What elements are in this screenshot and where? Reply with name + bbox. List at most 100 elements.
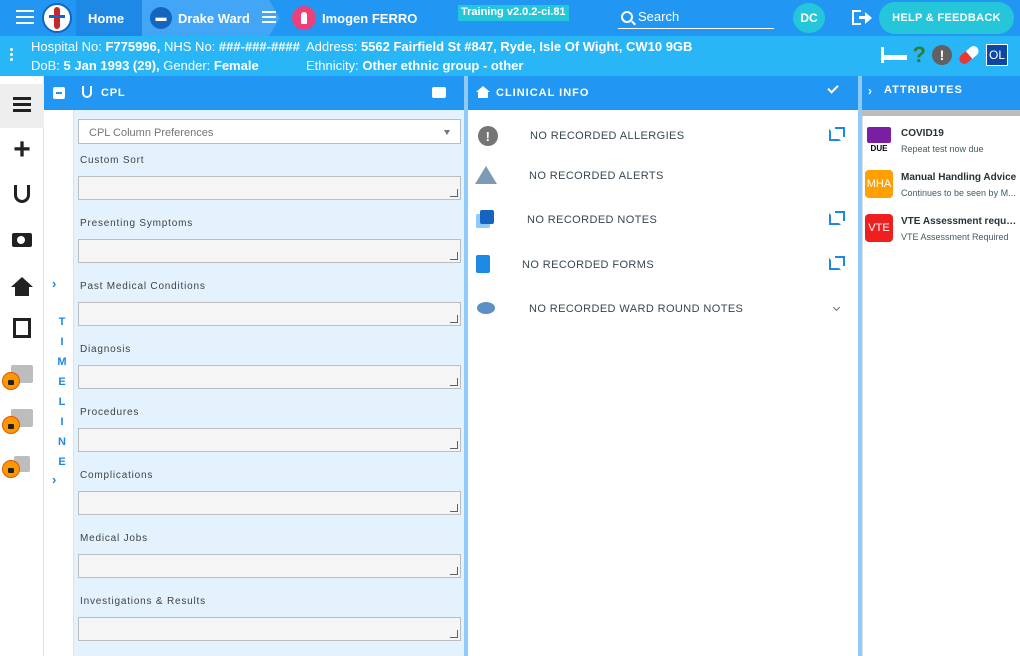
cpl-field-textarea[interactable] xyxy=(78,239,461,263)
attribute-item-mha[interactable]: MHA Manual Handling Advice Continues to … xyxy=(863,170,1020,210)
cpl-field-textarea[interactable] xyxy=(78,617,461,641)
list-icon xyxy=(13,97,31,115)
cpl-field-label: Investigations & Results xyxy=(78,591,461,613)
camera-icon xyxy=(12,233,32,247)
lock-icon xyxy=(2,372,20,390)
ol-badge[interactable]: OL xyxy=(986,44,1008,66)
cpl-field-textarea[interactable] xyxy=(78,491,461,515)
clinical-info-title: CLINICAL INFO xyxy=(496,87,590,99)
patient-action-icons: ? ! OL xyxy=(880,44,1008,66)
ward-label: Drake Ward xyxy=(178,10,250,26)
cpl-field-textarea[interactable] xyxy=(78,428,461,452)
cpl-panel: CPL Column Preferences Custom Sort Presen… xyxy=(74,110,468,656)
alerts-row[interactable]: NO RECORDED ALERTS xyxy=(468,161,858,191)
medication-icon[interactable] xyxy=(957,44,981,66)
chevron-right-icon[interactable]: › xyxy=(52,472,56,487)
cpl-field-textarea[interactable] xyxy=(78,554,461,578)
clipboard-plus-icon xyxy=(476,255,490,273)
app-logo[interactable] xyxy=(42,3,72,33)
patient-label: Imogen FERRO xyxy=(322,10,418,26)
nhs-number: ###-###-#### xyxy=(218,39,300,54)
chevron-right-icon[interactable]: › xyxy=(52,276,56,291)
logout-icon[interactable] xyxy=(852,9,874,27)
allergies-row[interactable]: ! NO RECORDED ALLERGIES xyxy=(468,121,858,151)
attributes-header[interactable]: › ATTRIBUTES xyxy=(862,76,1020,110)
patient-tab[interactable]: Imogen FERRO xyxy=(292,0,417,36)
timeline-strip[interactable]: › TIMELINE › xyxy=(44,76,74,656)
cpl-field: Past Medical Conditions xyxy=(78,276,461,326)
allergy-alert-icon: ! xyxy=(478,126,498,146)
home-tab[interactable]: Home xyxy=(76,0,142,36)
timeline-header[interactable] xyxy=(44,76,74,110)
alert-icon[interactable]: ! xyxy=(932,45,952,65)
sidebar-item-list[interactable] xyxy=(0,84,44,128)
hospital-number: F775996, xyxy=(105,39,161,54)
sidebar-item-edit[interactable] xyxy=(0,306,44,350)
check-icon[interactable] xyxy=(827,82,839,94)
sidebar-item-clinical[interactable] xyxy=(0,172,44,216)
edit-document-icon xyxy=(13,318,31,338)
notes-icon xyxy=(480,210,494,224)
sidebar-item-add[interactable]: + xyxy=(0,128,44,172)
cpl-field-label: Medical Jobs xyxy=(78,528,461,550)
question-icon[interactable]: ? xyxy=(913,44,926,66)
cpl-field-label: Complications xyxy=(78,465,461,487)
cpl-field: Complications xyxy=(78,465,461,515)
sidebar-item-camera[interactable] xyxy=(0,218,44,262)
cpl-title: CPL xyxy=(101,87,126,99)
cpl-field: Investigations & Results xyxy=(78,591,461,641)
ward-tab[interactable]: ▬ Drake Ward xyxy=(142,0,280,36)
home-icon xyxy=(476,86,490,98)
clinical-info-panel: ! NO RECORDED ALLERGIES NO RECORDED ALER… xyxy=(468,110,858,656)
cpl-field: Presenting Symptoms xyxy=(78,213,461,263)
patient-ids: Hospital No: F775996, NHS No: ###-###-##… xyxy=(31,39,300,54)
stethoscope-icon xyxy=(14,185,30,203)
open-external-icon[interactable] xyxy=(829,211,845,225)
search-icon xyxy=(621,10,633,23)
ward-round-notes-row[interactable]: NO RECORDED WARD ROUND NOTES xyxy=(468,294,858,324)
bed-icon: ▬ xyxy=(150,7,172,29)
home-label: Home xyxy=(88,10,125,26)
attribute-item-covid[interactable]: DUE COVID19 Repeat test now due xyxy=(863,126,1020,166)
cpl-field-label: Past Medical Conditions xyxy=(78,276,461,298)
user-avatar[interactable]: DC xyxy=(793,3,825,33)
notes-row[interactable]: NO RECORDED NOTES xyxy=(468,205,858,235)
medical-home-icon xyxy=(11,277,33,296)
more-options-icon[interactable] xyxy=(10,48,14,63)
chevron-right-icon[interactable]: › xyxy=(868,84,873,98)
chat-icon xyxy=(477,302,495,314)
cpl-field-textarea[interactable] xyxy=(78,365,461,389)
lock-icon xyxy=(2,416,20,434)
vte-badge: VTE xyxy=(865,214,893,242)
print-icon[interactable] xyxy=(432,87,446,98)
patient-ethnicity: Ethnicity: Other ethnic group - other xyxy=(306,58,524,73)
cpl-field-textarea[interactable] xyxy=(78,176,461,200)
plus-icon: + xyxy=(13,133,31,166)
ward-menu-icon[interactable] xyxy=(261,10,276,26)
calendar-icon xyxy=(53,87,65,99)
search-input[interactable]: Search xyxy=(618,5,774,29)
open-external-icon[interactable] xyxy=(829,256,845,270)
patient-address: Address: 5562 Fairfield St #847, Ryde, I… xyxy=(306,39,693,54)
sidebar-item-home[interactable] xyxy=(0,264,44,308)
female-patient-icon xyxy=(292,6,316,30)
cpl-column-preferences-select[interactable]: CPL Column Preferences xyxy=(78,119,461,144)
chevron-down-icon[interactable] xyxy=(832,303,841,312)
cpl-field-label: Diagnosis xyxy=(78,339,461,361)
lock-icon xyxy=(2,460,20,478)
help-feedback-button[interactable]: HELP & FEEDBACK xyxy=(879,2,1014,34)
forms-row[interactable]: NO RECORDED FORMS xyxy=(468,250,858,280)
menu-icon[interactable] xyxy=(16,10,34,26)
cpl-header: CPL xyxy=(74,76,468,110)
open-external-icon[interactable] xyxy=(829,127,845,141)
left-sidebar: + xyxy=(0,76,44,656)
top-bar: Home ▬ Drake Ward Imogen FERRO Training … xyxy=(0,0,1020,36)
cpl-field: Medical Jobs xyxy=(78,528,461,578)
attribute-item-vte[interactable]: VTE VTE Assessment requir... VTE Assessm… xyxy=(863,214,1020,254)
bed-icon[interactable] xyxy=(880,47,907,63)
cpl-field-textarea[interactable] xyxy=(78,302,461,326)
mha-badge: MHA xyxy=(865,170,893,198)
attributes-panel: DUE COVID19 Repeat test now due MHA Manu… xyxy=(862,116,1020,656)
dob: 5 Jan 1993 (29), xyxy=(63,58,160,73)
cpl-field-label: Procedures xyxy=(78,402,461,424)
